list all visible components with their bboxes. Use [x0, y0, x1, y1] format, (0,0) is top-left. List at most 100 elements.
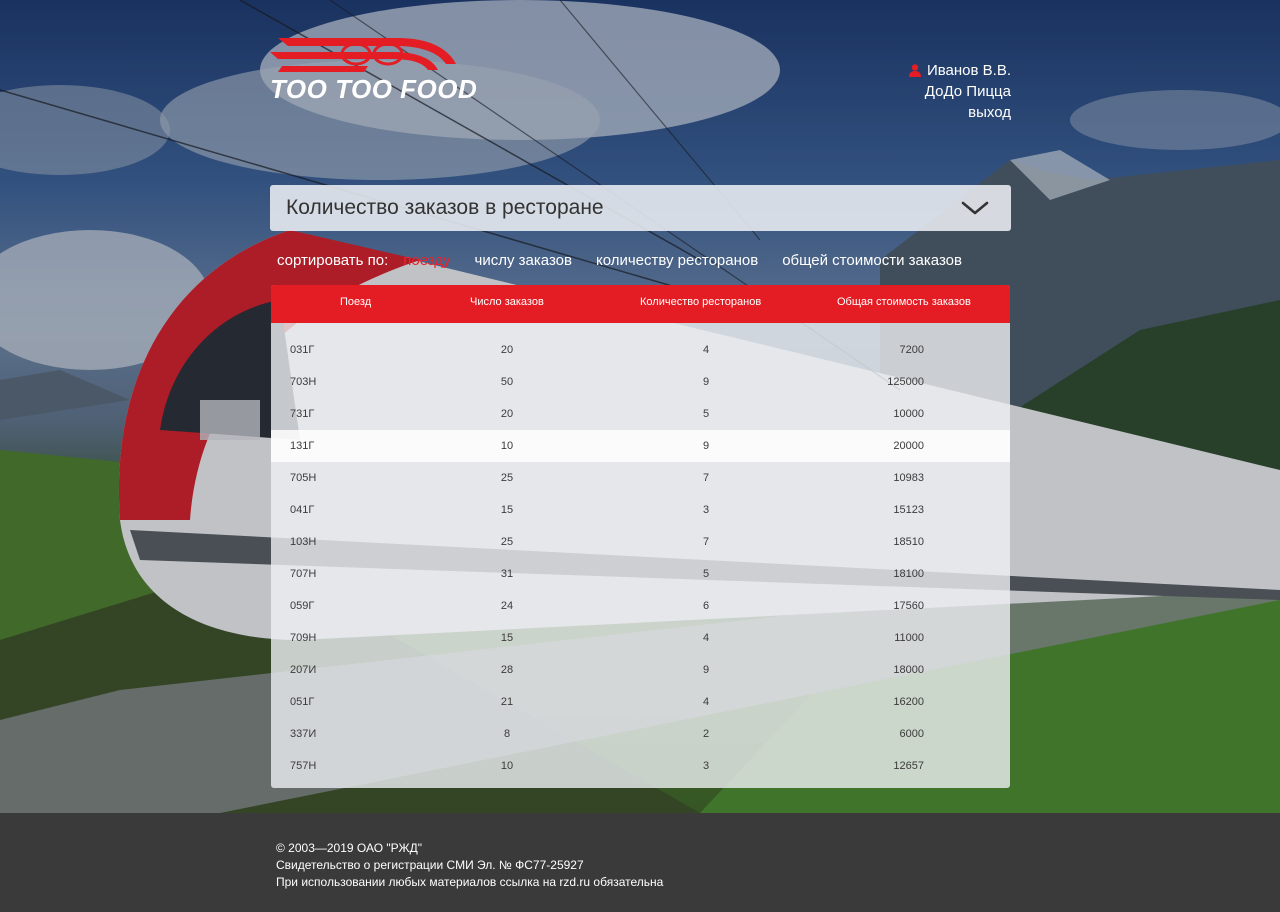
cell-train: 103Н — [290, 536, 316, 548]
cell-total-value: 10000 — [893, 408, 924, 420]
cell-orders-value: 10 — [500, 760, 514, 772]
cell-total: 15123 — [893, 504, 924, 516]
sort-by-restaurants[interactable]: количеству ресторанов — [596, 252, 758, 269]
user-name: Иванов В.В. — [926, 62, 1011, 79]
table-row[interactable]: 337И 8 2 6000 — [271, 718, 1010, 750]
cell-train-value: 703Н — [290, 376, 317, 388]
cell-restaurants-value: 5 — [702, 568, 710, 580]
cell-total: 125000 — [887, 376, 924, 388]
cell-total-value: 6000 — [899, 728, 924, 740]
user-name-row: Иванов В.В. — [908, 60, 1011, 81]
cell-total-value: 10983 — [893, 472, 924, 484]
cell-train: 041Г — [290, 504, 314, 516]
cell-train-value: 709Н — [290, 632, 317, 644]
table-row[interactable]: 709Н 15 4 11000 — [271, 622, 1010, 654]
cell-total-value: 12657 — [893, 760, 924, 772]
column-header-restaurants[interactable]: Количество ресторанов — [640, 296, 761, 308]
cell-total-value: 20000 — [893, 440, 924, 452]
cell-train: 703Н — [290, 376, 316, 388]
cell-total-value: 18100 — [893, 568, 924, 580]
cell-total-value: 125000 — [887, 376, 924, 388]
report-type-select[interactable]: Количество заказов в ресторане — [270, 185, 1011, 231]
cell-restaurants-value: 4 — [702, 696, 710, 708]
cell-train-value: 207И — [290, 664, 317, 676]
footer: © 2003—2019 ОАО "РЖД" Свидетельство о ре… — [0, 813, 1280, 912]
cell-train-value: 051Г — [290, 696, 315, 708]
cell-total: 12657 — [893, 760, 924, 772]
cell-restaurants-value: 9 — [702, 376, 710, 388]
cell-train: 131Г — [290, 440, 314, 452]
cell-total-value: 16200 — [893, 696, 924, 708]
table-header: Поезд Число заказов Количество ресторано… — [271, 285, 1010, 323]
cell-train-value: 707Н — [290, 568, 317, 580]
cell-orders-value: 15 — [500, 632, 514, 644]
cell-restaurants-value: 7 — [702, 472, 710, 484]
table-row[interactable]: 707Н 31 5 18100 — [271, 558, 1010, 590]
sort-by-train[interactable]: поезду — [403, 252, 450, 269]
cell-restaurants-value: 3 — [702, 760, 710, 772]
column-header-orders[interactable]: Число заказов — [470, 296, 544, 308]
column-header-train[interactable]: Поезд — [340, 296, 371, 308]
user-icon — [908, 64, 921, 77]
table-row[interactable]: 731Г 20 5 10000 — [271, 398, 1010, 430]
cell-total: 18100 — [893, 568, 924, 580]
cell-restaurants-value: 7 — [702, 536, 710, 548]
cell-train: 705Н — [290, 472, 316, 484]
sort-label: сортировать по: — [277, 251, 389, 269]
cell-orders-value: 10 — [500, 440, 514, 452]
cell-total: 7200 — [900, 344, 924, 356]
cell-restaurants-value: 5 — [702, 408, 710, 420]
cell-total: 16200 — [893, 696, 924, 708]
table-row[interactable]: 059Г 24 6 17560 — [271, 590, 1010, 622]
cell-total-value: 18510 — [893, 536, 924, 548]
cell-total-value: 18000 — [893, 664, 924, 676]
table-row[interactable]: 041Г 15 3 15123 — [271, 494, 1010, 526]
brand-name: TOO TOO FOOD — [270, 74, 478, 104]
cell-total-value: 7200 — [899, 344, 924, 356]
cell-total: 11000 — [894, 632, 924, 644]
sort-by-total[interactable]: общей стоимости заказов — [782, 252, 962, 269]
cell-orders-value: 24 — [500, 600, 514, 612]
cell-train-value: 757Н — [290, 760, 317, 772]
cell-train-value: 059Г — [290, 600, 315, 612]
cell-train-value: 731Г — [290, 408, 315, 420]
cell-train-value: 103Н — [290, 536, 317, 548]
cell-restaurants-value: 3 — [702, 504, 710, 516]
brand-logo[interactable]: TOO TOO FOOD — [268, 30, 477, 104]
sort-bar: сортировать по: поезду числу заказов кол… — [277, 249, 1017, 271]
footer-copyright: © 2003—2019 ОАО "РЖД" — [276, 841, 422, 855]
footer-registration: Свидетельство о регистрации СМИ Эл. № ФС… — [276, 858, 584, 872]
cell-train-value: 131Г — [290, 440, 315, 452]
table-row[interactable]: 051Г 21 4 16200 — [271, 686, 1010, 718]
cell-restaurants-value: 9 — [702, 664, 710, 676]
table-row[interactable]: 703Н 50 9 125000 — [271, 366, 1010, 398]
user-info: Иванов В.В. ДоДо Пицца выход — [908, 60, 1011, 123]
cell-train-value: 705Н — [290, 472, 317, 484]
table-row[interactable]: 705Н 25 7 10983 — [271, 462, 1010, 494]
cell-orders-value: 8 — [503, 728, 511, 740]
cell-orders-value: 25 — [500, 536, 514, 548]
cell-train: 731Г — [290, 408, 314, 420]
cell-orders-value: 20 — [500, 344, 514, 356]
sort-by-orders[interactable]: числу заказов — [475, 252, 572, 269]
cell-train: 337И — [290, 728, 316, 740]
table-row[interactable]: 031Г 20 4 7200 — [271, 334, 1010, 366]
logout-link[interactable]: выход — [968, 104, 1011, 121]
table-row[interactable]: 103Н 25 7 18510 — [271, 526, 1010, 558]
cell-train: 707Н — [290, 568, 316, 580]
cell-train: 709Н — [290, 632, 316, 644]
cell-total-value: 15123 — [893, 504, 924, 516]
cell-train-value: 031Г — [290, 344, 315, 356]
table-row[interactable]: 757Н 10 3 12657 — [271, 750, 1010, 782]
user-company: ДоДо Пицца — [924, 83, 1011, 100]
cell-orders-value: 15 — [500, 504, 514, 516]
table-row[interactable]: 131Г 10 9 20000 — [271, 430, 1010, 462]
cell-orders-value: 31 — [500, 568, 514, 580]
column-header-total[interactable]: Общая стоимость заказов — [837, 296, 971, 308]
cell-train: 031Г — [290, 344, 314, 356]
cell-total-value: 11000 — [894, 632, 924, 644]
table-row[interactable]: 207И 28 9 18000 — [271, 654, 1010, 686]
cell-restaurants-value: 2 — [702, 728, 710, 740]
cell-total-value: 17560 — [893, 600, 924, 612]
cell-restaurants-value: 4 — [702, 632, 710, 644]
